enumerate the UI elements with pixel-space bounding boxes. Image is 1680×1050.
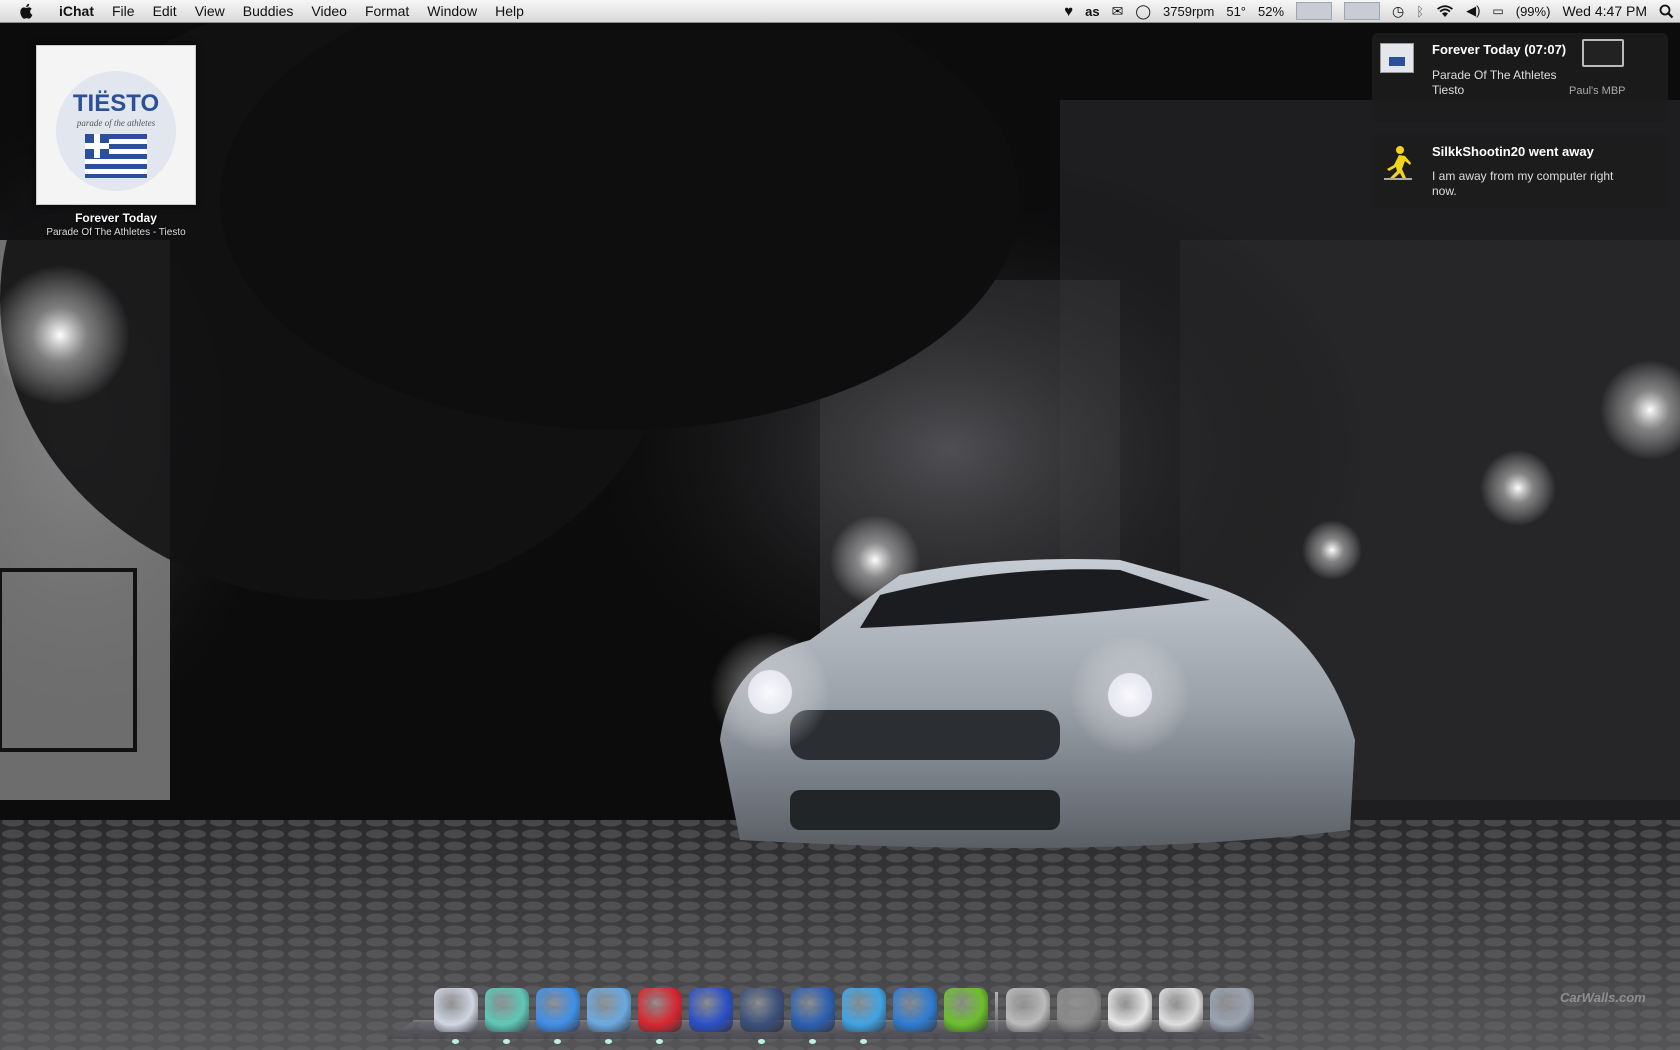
adium-icon[interactable]	[484, 988, 529, 1044]
menu-bar: iChat File Edit View Buddies Video Forma…	[0, 0, 1680, 23]
cpu-readout[interactable]: 52%	[1258, 4, 1284, 19]
temperature-readout[interactable]: 51°	[1226, 4, 1246, 19]
apple-menu-icon[interactable]	[18, 2, 36, 20]
menu-file[interactable]: File	[103, 0, 144, 22]
now-playing-track: Forever Today	[75, 211, 157, 225]
firefox-icon[interactable]	[790, 988, 835, 1044]
now-playing-widget: TIËSTO parade of the athletes Forever To…	[36, 45, 226, 238]
album-art-script: parade of the athletes	[76, 118, 156, 128]
ichat-icon[interactable]	[535, 988, 580, 1044]
notification-message-line2: now.	[1432, 184, 1457, 198]
notification-message-line1: I am away from my computer right	[1432, 169, 1614, 183]
tiesto-album-cover-icon: TIËSTO parade of the athletes	[56, 71, 176, 191]
wifi-icon[interactable]	[1436, 4, 1454, 18]
finder-icon[interactable]	[433, 988, 478, 1044]
aim-running-man-icon	[1384, 146, 1412, 180]
running-indicator	[553, 1039, 561, 1044]
mail-icon[interactable]: ✉	[1112, 3, 1124, 20]
notification-title: SilkkShootin20 went away	[1432, 144, 1594, 159]
menu-video[interactable]: Video	[302, 0, 356, 22]
camino-icon[interactable]	[739, 988, 784, 1044]
battery-percent[interactable]: (99%)	[1516, 4, 1551, 19]
ichat-status-icon[interactable]: ◯	[1135, 3, 1151, 20]
downloads-stack-icon[interactable]	[1158, 988, 1203, 1032]
spotlight-search-icon[interactable]	[1659, 4, 1674, 19]
app-menu-ichat[interactable]: iChat	[50, 0, 103, 22]
fan-speed-readout[interactable]: 3759rpm	[1163, 4, 1214, 19]
notification-artist: Tiesto	[1432, 83, 1465, 97]
laptop-icon	[1582, 39, 1624, 67]
running-indicator	[757, 1039, 765, 1044]
greek-flag-icon	[85, 134, 147, 178]
menu-format[interactable]: Format	[356, 0, 418, 22]
growl-notification-buddy-away[interactable]: SilkkShootin20 went away I am away from …	[1372, 135, 1668, 208]
time-machine-icon[interactable]: ◷	[1392, 3, 1404, 20]
applications-stack-icon[interactable]	[1005, 988, 1050, 1032]
notification-title: Forever Today (07:07)	[1432, 42, 1567, 57]
notification-source: Paul's MBP	[1569, 85, 1626, 97]
documents-stack-icon[interactable]	[1107, 988, 1152, 1032]
album-art-logo: TIËSTO	[73, 90, 159, 117]
album-art[interactable]: TIËSTO parade of the athletes	[36, 45, 196, 205]
running-indicator	[604, 1039, 612, 1044]
bluetooth-icon[interactable]: ᛒ	[1416, 4, 1424, 19]
dvd-player-icon[interactable]	[1056, 988, 1101, 1032]
cyberduck-icon[interactable]	[688, 988, 733, 1032]
volume-icon[interactable]: ◀)	[1466, 3, 1480, 19]
lastfm-icon[interactable]: as	[1085, 4, 1099, 19]
menu-buddies[interactable]: Buddies	[234, 0, 303, 22]
battery-icon[interactable]: ▭	[1492, 4, 1503, 18]
running-indicator	[502, 1039, 510, 1044]
lastfm-icon[interactable]	[637, 988, 682, 1044]
notification-album: Parade Of The Athletes	[1432, 68, 1557, 82]
trash-icon[interactable]	[1209, 988, 1254, 1032]
running-indicator	[451, 1039, 459, 1044]
word-icon[interactable]	[892, 988, 937, 1032]
itunes-icon[interactable]	[586, 988, 631, 1044]
wallpaper-watermark: CarWalls.com	[1560, 990, 1646, 1005]
quill-icon[interactable]	[841, 988, 886, 1044]
dock-separator	[995, 992, 998, 1032]
now-playing-album-artist: Parade Of The Athletes - Tiesto	[46, 227, 186, 238]
running-indicator	[808, 1039, 816, 1044]
menu-clock[interactable]: Wed 4:47 PM	[1562, 3, 1647, 19]
network-graph-icon[interactable]	[1296, 2, 1333, 20]
album-thumbnail-icon	[1380, 43, 1414, 73]
dock	[430, 988, 1257, 1044]
running-indicator	[655, 1039, 663, 1044]
menu-help[interactable]: Help	[486, 0, 533, 22]
menu-view[interactable]: View	[186, 0, 234, 22]
disk-graph-icon[interactable]	[1344, 2, 1381, 20]
transmission-icon[interactable]	[943, 988, 988, 1032]
running-indicator	[859, 1039, 867, 1044]
growl-notification-now-playing[interactable]: Forever Today (07:07) Parade Of The Athl…	[1372, 33, 1668, 122]
menu-edit[interactable]: Edit	[144, 0, 186, 22]
menu-window[interactable]: Window	[418, 0, 486, 22]
heart-icon[interactable]: ♥	[1064, 3, 1073, 20]
